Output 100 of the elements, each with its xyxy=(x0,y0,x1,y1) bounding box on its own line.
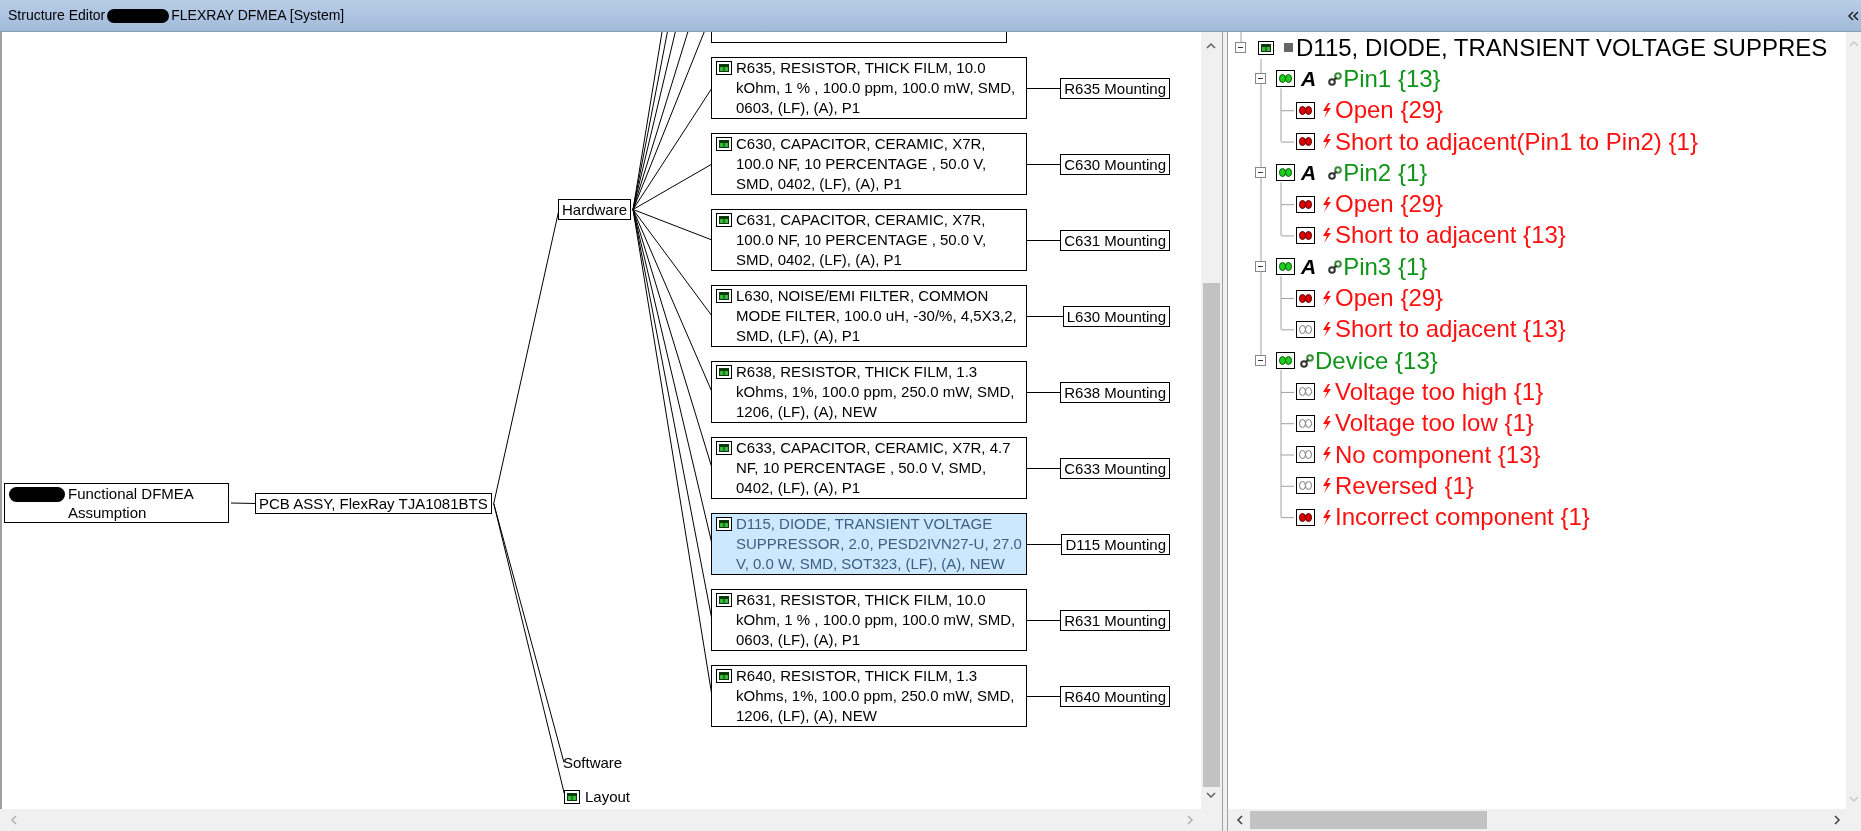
square-icon xyxy=(1284,43,1293,53)
part-node[interactable]: C630, CAPACITOR, CERAMIC, X7R, 100.0 NF, 10 PERCENTAGE , 50.0 V, SMD, 0402, (LF), (A), P1 xyxy=(711,133,1027,195)
mounting-node[interactable]: C631 Mounting xyxy=(1060,229,1170,251)
tree-node[interactable]: PCB ASSY, FlexRay TJA1081BTS xyxy=(255,493,492,514)
table-icon xyxy=(716,441,732,455)
lightning-icon xyxy=(1322,102,1332,118)
mounting-node[interactable]: R638 Mounting xyxy=(1060,381,1170,403)
collapse-icon[interactable] xyxy=(1255,261,1266,273)
attribute-label: A xyxy=(1301,66,1317,91)
connector-line xyxy=(1027,163,1061,165)
tree-node[interactable]: Functional DFMEA Assumption xyxy=(4,483,229,523)
attribute-label: A xyxy=(1301,160,1317,185)
scroll-left-icon[interactable] xyxy=(1236,815,1244,825)
link-icon xyxy=(1300,353,1314,368)
table-icon xyxy=(716,213,732,227)
link-icon xyxy=(1328,259,1343,274)
tree-item[interactable]: Incorrect component {1} xyxy=(1335,503,1590,532)
scrollbar-track[interactable] xyxy=(1201,32,1222,809)
scroll-up-icon[interactable] xyxy=(1206,42,1216,50)
tree-item[interactable]: D115, DIODE, TRANSIENT VOLTAGE SUPPRES xyxy=(1296,33,1828,62)
connector-line xyxy=(1027,619,1061,621)
tree-item[interactable]: Voltage too low {1} xyxy=(1335,409,1534,438)
lightning-icon xyxy=(1322,447,1332,462)
scrollbar-thumb[interactable] xyxy=(1250,811,1487,829)
part-node[interactable]: C631, CAPACITOR, CERAMIC, X7R, 100.0 NF, 10 PERCENTAGE , 50.0 V, SMD, 0402, (LF), (A), P1 xyxy=(711,209,1027,271)
status-icon xyxy=(1276,70,1295,88)
lightning-icon xyxy=(1322,227,1332,243)
tree-item[interactable]: Open {29} xyxy=(1335,284,1444,312)
table-icon xyxy=(716,669,732,683)
table-icon xyxy=(716,593,732,607)
tree-item[interactable]: Reversed {1} xyxy=(1335,471,1474,500)
redaction-mark xyxy=(9,487,65,502)
table-icon xyxy=(1258,40,1274,55)
collapse-icon[interactable] xyxy=(1255,167,1266,179)
tree-item[interactable]: Device {13} xyxy=(1315,346,1438,375)
connector-line xyxy=(230,502,257,504)
scroll-down-icon[interactable] xyxy=(1206,791,1216,799)
table-icon xyxy=(716,289,732,303)
part-label: C631, CAPACITOR, CERAMIC, X7R, 100.0 NF, 10 PERCENTAGE , 50.0 V, SMD, 0402, (LF), (A), P1 xyxy=(736,210,988,270)
collapse-icon[interactable] xyxy=(1235,42,1246,54)
mounting-node[interactable]: C630 Mounting xyxy=(1060,153,1170,175)
status-icon xyxy=(1276,258,1295,276)
tree-line xyxy=(1240,32,1242,43)
window-title: Structure Editor xyxy=(8,6,106,25)
redaction-mark xyxy=(107,8,170,23)
lightning-icon xyxy=(1322,478,1332,494)
mounting-node[interactable]: C633 Mounting xyxy=(1060,457,1170,479)
scrollbar-thumb[interactable] xyxy=(1203,283,1220,787)
tree-item[interactable]: Voltage too high {1} xyxy=(1335,377,1544,406)
connector-line xyxy=(1027,467,1061,469)
scroll-right-icon[interactable] xyxy=(1833,815,1841,825)
connector-line xyxy=(1027,239,1061,241)
window-title: FLEXRAY DFMEA [System] xyxy=(171,6,345,25)
mounting-node[interactable]: R640 Mounting xyxy=(1060,685,1170,707)
lightning-icon xyxy=(1322,509,1332,525)
part-label: C633, CAPACITOR, CERAMIC, X7R, 4.7 NF, 10 PERCENTAGE , 50.0 V, SMD, 0402, (LF), (A), P1 xyxy=(736,438,1012,498)
connector-line xyxy=(1027,543,1062,545)
part-node[interactable]: C633, CAPACITOR, CERAMIC, X7R, 4.7 NF, 10 PERCENTAGE , 50.0 V, SMD, 0402, (LF), (A), P1 xyxy=(711,437,1027,499)
lightning-icon xyxy=(1322,290,1332,306)
tree-node[interactable]: Layout xyxy=(585,787,631,806)
connector-line xyxy=(1027,87,1061,89)
status-icon xyxy=(1276,352,1295,370)
table-icon xyxy=(716,61,732,75)
lightning-icon xyxy=(1322,134,1332,150)
mounting-node[interactable]: R635 Mounting xyxy=(1060,77,1170,99)
lightning-icon xyxy=(1322,321,1332,337)
attribute-label: A xyxy=(1301,254,1317,279)
link-icon xyxy=(1328,71,1343,86)
status-icon xyxy=(1276,164,1295,182)
table-icon xyxy=(716,365,732,379)
tree-node[interactable]: Software xyxy=(563,753,623,772)
table-icon xyxy=(716,517,732,531)
tree-item[interactable]: Short to adjacent {13} xyxy=(1335,315,1566,344)
node-label: Functional DFMEA Assumption xyxy=(68,484,195,522)
part-label: C630, CAPACITOR, CERAMIC, X7R, 100.0 NF, 10 PERCENTAGE , 50.0 V, SMD, 0402, (LF), (A), P1 xyxy=(736,134,988,194)
collapse-icon[interactable] xyxy=(1255,355,1266,367)
tree-item[interactable]: No component {13} xyxy=(1335,440,1541,469)
scrollbar-track[interactable] xyxy=(1228,809,1861,831)
connector-line xyxy=(1027,391,1061,393)
mounting-node[interactable]: R631 Mounting xyxy=(1060,609,1170,631)
tree-item[interactable]: Pin1 {13} xyxy=(1343,64,1441,93)
tree-item[interactable]: Open {29} xyxy=(1335,96,1444,125)
tree-item[interactable]: Short to adjacent(Pin1 to Pin2) {1} xyxy=(1335,127,1698,156)
tree-item[interactable]: Short to adjacent {13} xyxy=(1335,221,1566,250)
table-icon xyxy=(716,137,732,151)
tree-item[interactable]: Open {29} xyxy=(1335,190,1444,219)
link-icon xyxy=(1328,165,1343,180)
tree-item[interactable]: Pin2 {1} xyxy=(1343,158,1428,187)
tree-node[interactable]: Hardware xyxy=(558,199,632,220)
tree-item[interactable]: Pin3 {1} xyxy=(1343,252,1428,281)
mounting-node[interactable]: D115 Mounting xyxy=(1061,533,1170,555)
collapse-icon[interactable] xyxy=(1255,73,1266,85)
connector-line xyxy=(1027,695,1061,697)
mounting-node[interactable]: L630 Mounting xyxy=(1062,305,1170,327)
lightning-icon xyxy=(1322,415,1332,431)
table-icon xyxy=(564,789,580,804)
lightning-icon xyxy=(1322,384,1332,400)
collapse-panel-icon[interactable] xyxy=(1847,11,1859,21)
connector-line xyxy=(1027,315,1063,317)
lightning-icon xyxy=(1322,196,1332,212)
